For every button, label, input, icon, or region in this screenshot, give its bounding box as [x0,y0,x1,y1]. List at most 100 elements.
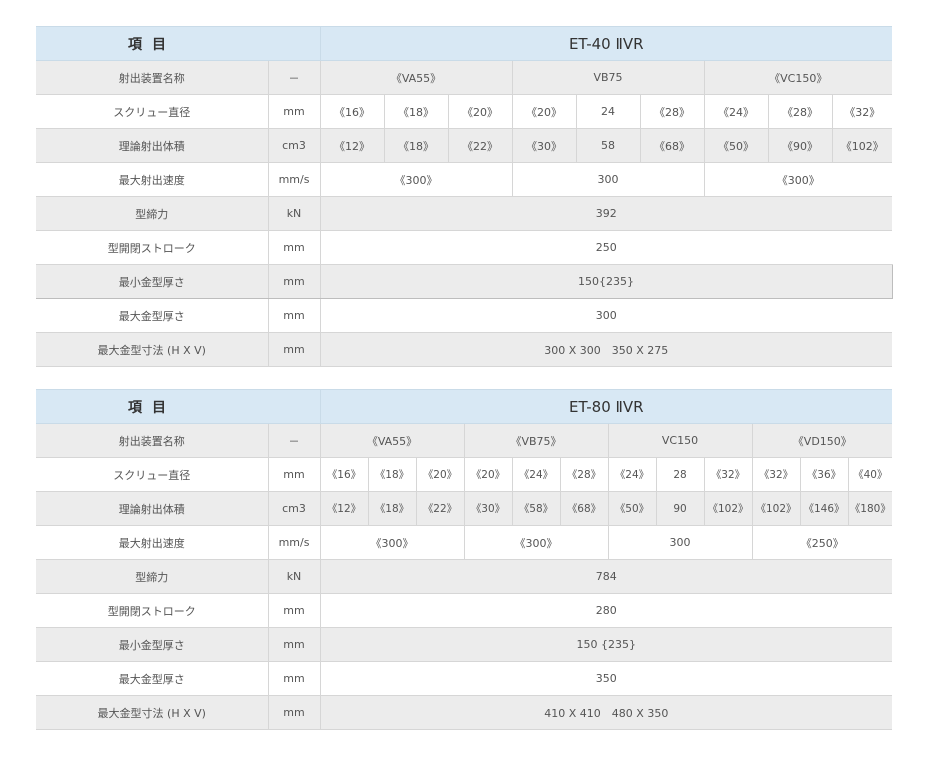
cell-value: 《68》 [560,491,609,526]
cell-value: 《180》 [848,491,893,526]
cell-value: 《68》 [640,128,705,163]
cell-value: 410 X 410 480 X 350 [320,695,893,730]
row-unit: mm [268,94,321,129]
table-row: 理論射出体積 cm3 《12》 《18》 《22》 《30》 《58》 《68》… [36,491,893,526]
cell-value: 350 [320,661,893,696]
cell-value: 《18》 [384,94,449,129]
table-header-row: 項目 ET-80 ⅡVR [36,389,893,424]
row-label: 最大金型厚さ [36,661,269,696]
spec-table-et80: 項目 ET-80 ⅡVR 射出装置名称 － 《VA55》 《VB75》 VC15… [36,389,893,730]
cell-value: 《24》 [704,94,769,129]
table-row: 射出装置名称 － 《VA55》 《VB75》 VC150 《VD150》 [36,423,893,458]
cell-value: 《20》 [464,457,513,492]
cell-value: 《90》 [768,128,833,163]
cell-value: 《24》 [608,457,657,492]
table-row: 最大金型厚さ mm 350 [36,661,893,696]
cell-value: VC150 [608,423,753,458]
cell-value: 《30》 [512,128,577,163]
row-label: 射出装置名称 [36,60,269,95]
cell-value: 《VB75》 [464,423,609,458]
cell-value: 《146》 [800,491,849,526]
cell-value: 《18》 [384,128,449,163]
cell-value: 300 [512,162,705,197]
cell-value: 《102》 [752,491,801,526]
cell-value: 《20》 [512,94,577,129]
row-unit: mm/s [268,162,321,197]
cell-value: 250 [320,230,893,265]
cell-value: 《32》 [752,457,801,492]
item-header: 項目 [36,389,268,424]
cell-value: 《30》 [464,491,513,526]
table-row: 最大金型厚さ mm 300 [36,298,893,333]
row-label: 最小金型厚さ [36,264,269,299]
cell-value: VB75 [512,60,705,95]
cell-value: 《50》 [704,128,769,163]
cell-value: 《24》 [512,457,561,492]
table-row: 最大金型寸法 (H X V) mm 410 X 410 480 X 350 [36,695,893,730]
model-header: ET-80 ⅡVR [320,389,893,424]
row-label: 型開閉ストローク [36,230,269,265]
row-label: 最小金型厚さ [36,627,269,662]
cell-value: 《22》 [416,491,465,526]
table-row: スクリュー直径 mm 《16》 《18》 《20》 《20》 24 《28》 《… [36,94,893,129]
cell-value: 《22》 [448,128,513,163]
cell-value: 28 [656,457,705,492]
cell-value: 《250》 [752,525,893,560]
cell-value: 392 [320,196,893,231]
row-label: 最大射出速度 [36,162,269,197]
cell-value: 《28》 [560,457,609,492]
row-label: 型締力 [36,196,269,231]
row-label: 型開閉ストローク [36,593,269,628]
cell-value: 《18》 [368,491,417,526]
row-label: スクリュー直径 [36,457,269,492]
row-label: 型締力 [36,559,269,594]
row-label: 理論射出体積 [36,491,269,526]
cell-value: 《36》 [800,457,849,492]
table-row: 最小金型厚さ mm 150 {235} [36,627,893,662]
row-unit: mm [268,264,321,299]
cell-value: 《16》 [320,94,385,129]
cell-value: 150 {235} [320,627,893,662]
row-unit: － [268,423,321,458]
spec-table-et40: 項目 ET-40 ⅡVR 射出装置名称 － 《VA55》 VB75 《VC150… [36,26,893,367]
cell-value: 《20》 [448,94,513,129]
table-header-row: 項目 ET-40 ⅡVR [36,26,893,61]
cell-value: 《16》 [320,457,369,492]
table-row: 型締力 kN 392 [36,196,893,231]
cell-value: 《58》 [512,491,561,526]
cell-value: 24 [576,94,641,129]
cell-value: 《50》 [608,491,657,526]
row-label: 射出装置名称 [36,423,269,458]
item-header: 項目 [36,26,268,61]
cell-value: 150{235} [320,264,893,299]
row-label: 最大金型寸法 (H X V) [36,695,269,730]
cell-value: 《32》 [704,457,753,492]
row-unit: mm [268,695,321,730]
row-label: スクリュー直径 [36,94,269,129]
cell-value: 《32》 [832,94,893,129]
table-row: 型開閉ストローク mm 250 [36,230,893,265]
cell-value: 300 [320,298,893,333]
cell-value: 《VC150》 [704,60,893,95]
cell-value: 《20》 [416,457,465,492]
row-unit: mm [268,230,321,265]
row-unit: mm/s [268,525,321,560]
table-row: 理論射出体積 cm3 《12》 《18》 《22》 《30》 58 《68》 《… [36,128,893,163]
row-unit: mm [268,332,321,367]
row-unit: cm3 [268,491,321,526]
cell-value: 《28》 [768,94,833,129]
row-label: 最大射出速度 [36,525,269,560]
cell-value: 《VA55》 [320,423,465,458]
row-unit: kN [268,559,321,594]
cell-value: 《28》 [640,94,705,129]
cell-value: 《300》 [704,162,893,197]
table-row: 最小金型厚さ mm 150{235} [36,264,893,299]
model-header: ET-40 ⅡVR [320,26,893,61]
cell-value: 《300》 [320,525,465,560]
cell-value: 《40》 [848,457,893,492]
row-label: 最大金型厚さ [36,298,269,333]
table-row: 型開閉ストローク mm 280 [36,593,893,628]
row-unit: mm [268,593,321,628]
cell-value: 《12》 [320,491,369,526]
cell-value: 90 [656,491,705,526]
